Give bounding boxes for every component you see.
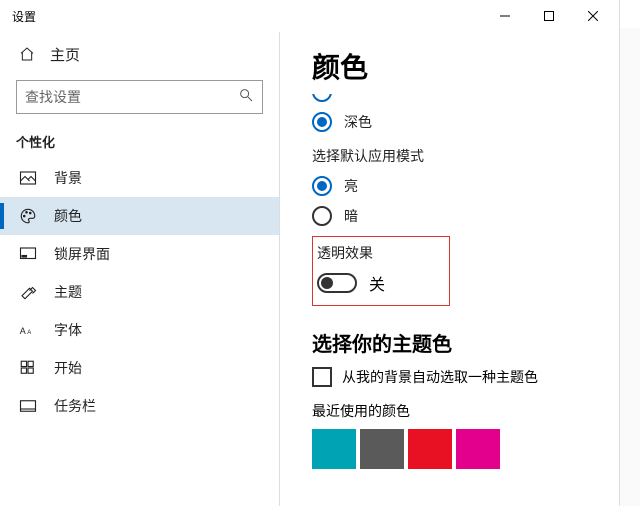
transparency-toggle[interactable] — [317, 273, 357, 293]
nav-label: 任务栏 — [54, 396, 96, 416]
search-input[interactable] — [25, 89, 238, 105]
recent-colors-heading: 最近使用的颜色 — [312, 401, 619, 421]
radio-checked-icon — [312, 176, 332, 196]
color-swatch[interactable] — [408, 429, 452, 469]
nav-label: 锁屏界面 — [54, 244, 110, 264]
nav-lockscreen[interactable]: 锁屏界面 — [0, 235, 279, 273]
category-label: 个性化 — [0, 128, 279, 159]
search-wrap — [0, 72, 279, 128]
nav-label: 字体 — [54, 320, 82, 340]
checkbox-label: 从我的背景自动选取一种主题色 — [342, 367, 538, 387]
lockscreen-icon — [18, 245, 38, 263]
option-label: 深色 — [344, 112, 372, 132]
font-icon: AA — [18, 321, 38, 339]
auto-accent-row[interactable]: 从我的背景自动选取一种主题色 — [312, 367, 619, 387]
home-icon — [18, 46, 36, 62]
svg-text:A: A — [27, 330, 31, 336]
start-icon — [18, 359, 38, 377]
nav-fonts[interactable]: AA 字体 — [0, 311, 279, 349]
home-label: 主页 — [50, 44, 80, 65]
nav-background[interactable]: 背景 — [0, 159, 279, 197]
toggle-state-label: 关 — [369, 271, 385, 295]
nav-taskbar[interactable]: 任务栏 — [0, 387, 279, 425]
home-nav[interactable]: 主页 — [0, 36, 279, 72]
nav-colors[interactable]: 颜色 — [0, 197, 279, 235]
checkbox-icon — [312, 367, 332, 387]
minimize-button[interactable] — [483, 1, 527, 31]
settings-window: 设置 主页 — [0, 0, 620, 506]
option-label: 亮 — [344, 176, 358, 196]
transparency-callout: 透明效果 关 — [312, 236, 450, 306]
search-box[interactable] — [16, 80, 263, 114]
picture-icon — [18, 169, 38, 187]
app-mode-dark-option[interactable]: 暗 — [312, 206, 619, 226]
option-label: 暗 — [344, 206, 358, 226]
radio-icon — [312, 206, 332, 226]
nav-list: 背景 颜色 锁屏界面 — [0, 159, 279, 425]
maximize-button[interactable] — [527, 1, 571, 31]
app-mode-heading: 选择默认应用模式 — [312, 146, 619, 166]
nav-label: 开始 — [54, 358, 82, 378]
offscreen-strip — [620, 28, 640, 506]
recent-color-swatches — [312, 429, 619, 469]
palette-icon — [18, 207, 38, 225]
nav-label: 背景 — [54, 168, 82, 188]
radio-checked-icon — [312, 112, 332, 132]
nav-themes[interactable]: 主题 — [0, 273, 279, 311]
taskbar-icon — [18, 397, 38, 415]
toggle-knob — [321, 277, 333, 289]
windows-mode-dark-option[interactable]: 深色 — [312, 112, 619, 132]
close-button[interactable] — [571, 1, 615, 31]
body: 主页 个性化 背景 — [0, 32, 619, 506]
sidebar: 主页 个性化 背景 — [0, 32, 280, 506]
nav-label: 颜色 — [54, 206, 82, 226]
svg-text:A: A — [20, 326, 26, 336]
theme-icon — [18, 283, 38, 301]
color-swatch[interactable] — [360, 429, 404, 469]
page-title: 颜色 — [312, 46, 619, 86]
nav-label: 主题 — [54, 282, 82, 302]
color-swatch[interactable] — [312, 429, 356, 469]
nav-start[interactable]: 开始 — [0, 349, 279, 387]
window-title: 设置 — [12, 8, 483, 25]
windows-mode-option-cutoff[interactable] — [312, 92, 619, 102]
titlebar: 设置 — [0, 0, 619, 32]
content-pane: 颜色 深色 选择默认应用模式 亮 暗 透明效果 关 — [280, 32, 619, 506]
accent-heading: 选择你的主题色 — [312, 328, 619, 357]
color-swatch[interactable] — [456, 429, 500, 469]
app-mode-light-option[interactable]: 亮 — [312, 176, 619, 196]
search-icon — [238, 87, 254, 108]
transparency-toggle-row: 关 — [317, 271, 439, 295]
transparency-heading: 透明效果 — [317, 243, 439, 263]
